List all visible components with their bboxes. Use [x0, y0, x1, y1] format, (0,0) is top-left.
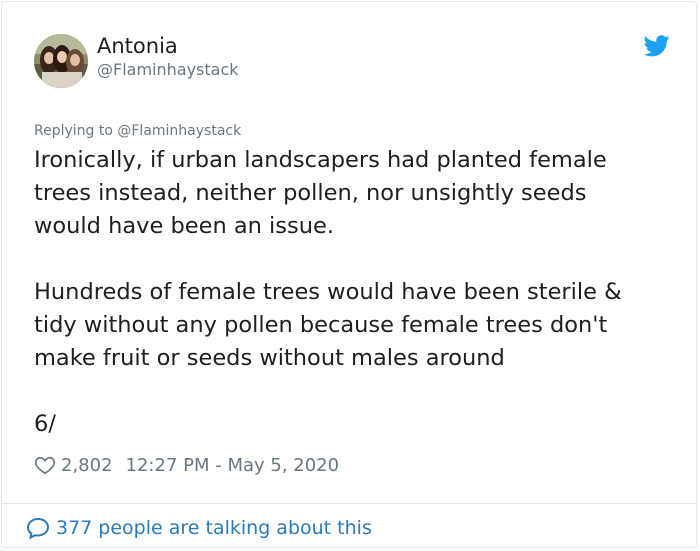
replying-to-label[interactable]: Replying to @Flaminhaystack	[34, 122, 241, 140]
twitter-bird-icon[interactable]	[644, 35, 670, 57]
avatar-photo	[34, 34, 88, 88]
author-handle[interactable]: @Flaminhaystack	[97, 60, 239, 80]
speech-bubble-icon	[26, 517, 50, 540]
avatar[interactable]	[34, 34, 88, 88]
author-name[interactable]: Antonia	[97, 33, 178, 59]
divider	[2, 503, 696, 504]
tweet-card: Antonia @Flaminhaystack Replying to @Fla…	[1, 1, 697, 548]
conversation-link-label[interactable]: 377 people are talking about this	[56, 517, 372, 539]
tweet-meta: 2,802 12:27 PM - May 5, 2020	[34, 452, 339, 478]
tweet-text: Ironically, if urban landscapers had pla…	[34, 147, 622, 437]
timestamp[interactable]: 12:27 PM - May 5, 2020	[126, 455, 340, 476]
conversation-link[interactable]: 377 people are talking about this	[26, 514, 372, 542]
like-count[interactable]: 2,802	[61, 455, 113, 476]
heart-icon[interactable]	[34, 454, 56, 476]
